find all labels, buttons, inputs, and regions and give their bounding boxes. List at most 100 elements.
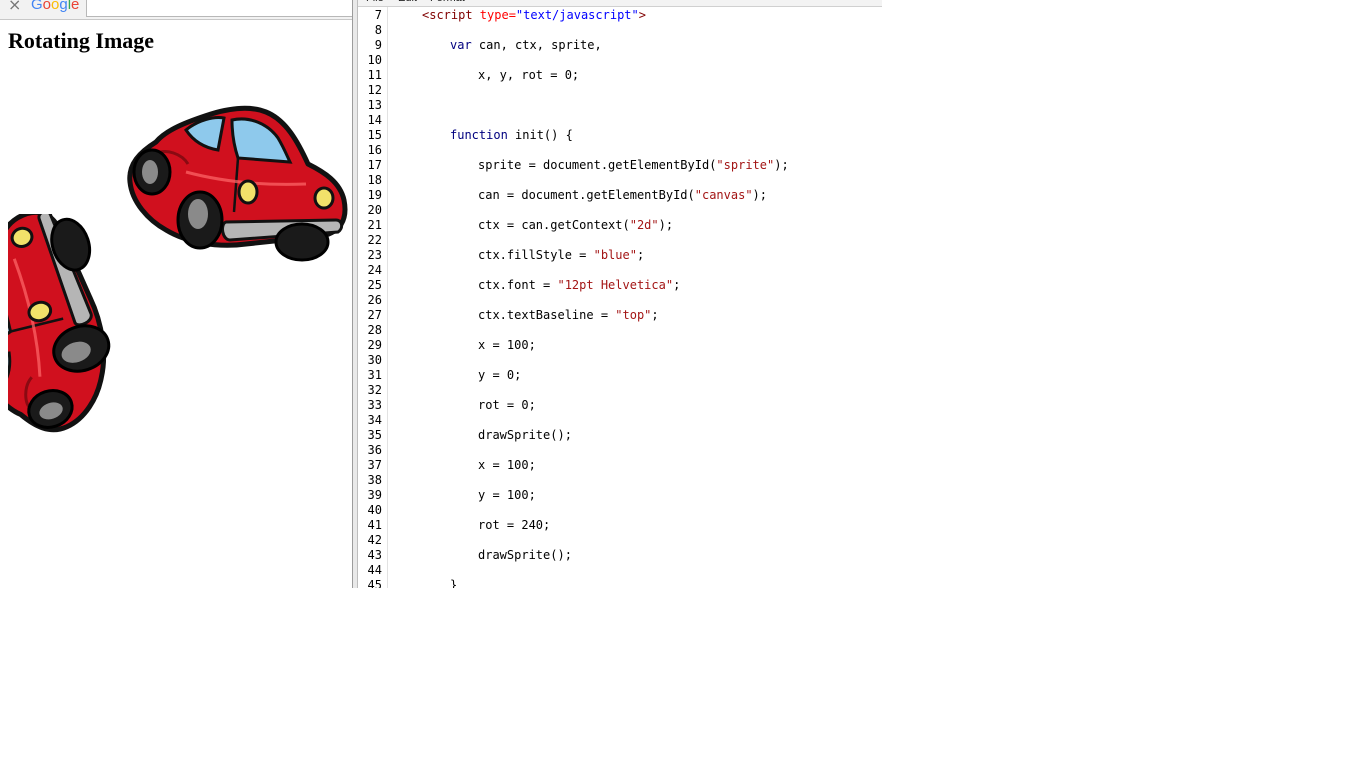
- code-line[interactable]: 27 ctx.textBaseline = "top";: [358, 308, 882, 323]
- code-line[interactable]: 22: [358, 233, 882, 248]
- line-number: 25: [367, 278, 382, 292]
- line-number: 35: [367, 428, 382, 442]
- code-token: drawSprite();: [478, 428, 572, 442]
- google-logo[interactable]: Google: [31, 0, 79, 14]
- code-line[interactable]: 24: [358, 263, 882, 278]
- line-number: 17: [367, 158, 382, 172]
- code-token: can, ctx, sprite,: [471, 38, 602, 52]
- code-line[interactable]: 9 var can, ctx, sprite,: [358, 38, 882, 53]
- code-line[interactable]: 16: [358, 143, 882, 158]
- line-number: 13: [367, 98, 382, 112]
- code-line[interactable]: 44: [358, 563, 882, 578]
- code-line[interactable]: 30: [358, 353, 882, 368]
- code-line[interactable]: 8: [358, 23, 882, 38]
- code-line[interactable]: 13: [358, 98, 882, 113]
- code-editor[interactable]: File Edit Format 7 <script type="text/javas…: [358, 0, 882, 588]
- code-token: ;: [673, 278, 681, 292]
- line-number: 34: [367, 413, 382, 427]
- code-line[interactable]: 32: [358, 383, 882, 398]
- code-line[interactable]: 12: [358, 83, 882, 98]
- code-line[interactable]: 7 <script type="text/javascript">: [358, 8, 882, 23]
- address-bar-input[interactable]: [86, 0, 352, 17]
- code-line[interactable]: 19 can = document.getElementById("canvas"…: [358, 188, 882, 203]
- line-number: 20: [367, 203, 382, 217]
- code-token: type=: [479, 8, 516, 22]
- code-line[interactable]: 21 ctx = can.getContext("2d");: [358, 218, 882, 233]
- code-line[interactable]: 37 x = 100;: [358, 458, 882, 473]
- close-icon[interactable]: ×: [8, 0, 21, 14]
- code-line[interactable]: 28: [358, 323, 882, 338]
- code-text: y = 0;: [478, 368, 521, 383]
- code-line[interactable]: 23 ctx.fillStyle = "blue";: [358, 248, 882, 263]
- code-token: "2d": [629, 218, 659, 232]
- code-text: ctx.fillStyle = "blue";: [478, 248, 644, 263]
- code-line[interactable]: 41 rot = 240;: [358, 518, 882, 533]
- code-text: ctx.textBaseline = "top";: [478, 308, 659, 323]
- line-number: 28: [367, 323, 382, 337]
- line-number: 11: [367, 68, 382, 82]
- line-number: 27: [367, 308, 382, 322]
- line-number: 21: [367, 218, 382, 232]
- code-text: function init() {: [450, 128, 573, 143]
- code-token: function: [450, 128, 508, 142]
- code-line[interactable]: 35 drawSprite();: [358, 428, 882, 443]
- code-text: ctx = can.getContext("2d");: [478, 218, 673, 233]
- line-number: 32: [367, 383, 382, 397]
- code-line[interactable]: 36: [358, 443, 882, 458]
- code-line[interactable]: 25 ctx.font = "12pt Helvetica";: [358, 278, 882, 293]
- code-area[interactable]: 7 <script type="text/javascript"> 8 9 var ca…: [358, 8, 882, 588]
- code-line[interactable]: 42: [358, 533, 882, 548]
- line-number: 16: [367, 143, 382, 157]
- line-number: 22: [367, 233, 382, 247]
- menu-item-file[interactable]: File: [366, 0, 384, 5]
- code-line[interactable]: 11 x, y, rot = 0;: [358, 68, 882, 83]
- menu-item-edit[interactable]: Edit: [398, 0, 417, 5]
- code-line[interactable]: 10: [358, 53, 882, 68]
- line-number: 39: [367, 488, 382, 502]
- code-line[interactable]: 33 rot = 0;: [358, 398, 882, 413]
- browser-toolbar: × Google: [0, 0, 352, 20]
- code-token: );: [658, 218, 674, 232]
- code-token: x = 100;: [478, 338, 536, 352]
- code-line[interactable]: 40: [358, 503, 882, 518]
- line-number: 29: [367, 338, 382, 352]
- line-number: 38: [367, 473, 382, 487]
- code-text: rot = 0;: [478, 398, 536, 413]
- line-number: 19: [367, 188, 382, 202]
- desktop-background: [0, 588, 1366, 768]
- code-token: y = 100;: [478, 488, 536, 502]
- line-number: 24: [367, 263, 382, 277]
- code-line[interactable]: 15 function init() {: [358, 128, 882, 143]
- code-text: x, y, rot = 0;: [478, 68, 579, 83]
- code-token: "12pt Helvetica": [557, 278, 674, 292]
- code-line[interactable]: 18: [358, 173, 882, 188]
- code-line[interactable]: 34: [358, 413, 882, 428]
- editor-menu-bar: File Edit Format: [358, 0, 882, 7]
- code-text: x = 100;: [478, 458, 536, 473]
- code-line[interactable]: 43 drawSprite();: [358, 548, 882, 563]
- line-number: 40: [367, 503, 382, 517]
- line-number: 26: [367, 293, 382, 307]
- line-number: 8: [374, 23, 382, 37]
- line-number: 18: [367, 173, 382, 187]
- menu-item-format[interactable]: Format: [430, 0, 465, 5]
- code-text: <script type="text/javascript">: [422, 8, 646, 23]
- code-line[interactable]: 17 sprite = document.getElementById("spri…: [358, 158, 882, 173]
- line-number: 36: [367, 443, 382, 457]
- code-text: }: [450, 578, 457, 588]
- code-token: "canvas": [694, 188, 753, 202]
- code-line[interactable]: 20: [358, 203, 882, 218]
- code-line[interactable]: 29 x = 100;: [358, 338, 882, 353]
- code-token: ctx.font =: [478, 278, 558, 292]
- code-token: "text/javascript": [515, 8, 639, 22]
- code-text: y = 100;: [478, 488, 536, 503]
- code-line[interactable]: 38: [358, 473, 882, 488]
- code-token: init() {: [507, 128, 573, 142]
- code-line[interactable]: 39 y = 100;: [358, 488, 882, 503]
- code-token: drawSprite();: [478, 548, 572, 562]
- code-line[interactable]: 45}: [358, 578, 882, 588]
- line-number: 12: [367, 83, 382, 97]
- code-line[interactable]: 31 y = 0;: [358, 368, 882, 383]
- code-line[interactable]: 14: [358, 113, 882, 128]
- code-line[interactable]: 26: [358, 293, 882, 308]
